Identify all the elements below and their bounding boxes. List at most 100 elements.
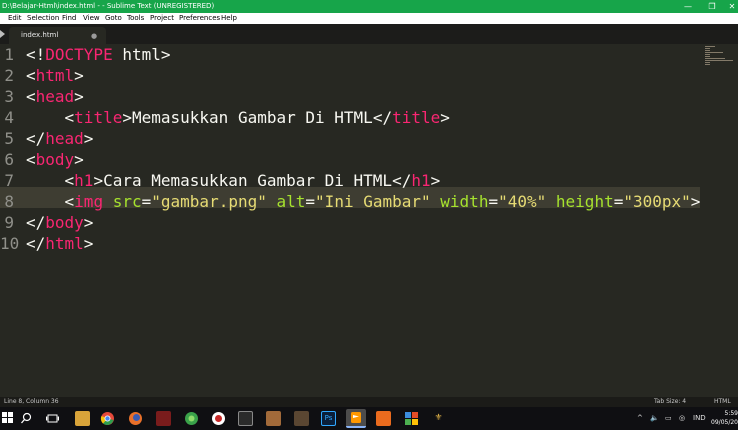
tab-size-setting[interactable]: Tab Size: 4 [654, 397, 686, 407]
code-token: </ [26, 234, 46, 253]
code-token: alt [276, 192, 306, 211]
line-number: 5 [4, 129, 14, 148]
code-token: < [64, 192, 75, 211]
tab-close-dot-icon[interactable]: ● [90, 32, 98, 40]
code-token: <! [26, 45, 46, 64]
code-token: < [26, 87, 36, 106]
close-button[interactable]: ✕ [722, 0, 738, 13]
minimap-line [705, 58, 725, 59]
minimize-button[interactable]: — [678, 0, 698, 13]
menu-edit[interactable]: Edit [8, 13, 22, 24]
minimap-line [705, 50, 710, 51]
code-token: </ [392, 171, 412, 190]
firefox-icon[interactable] [128, 411, 143, 426]
syntax-selector[interactable]: HTML [714, 397, 731, 407]
battery-icon[interactable]: ▭ [665, 407, 672, 430]
code-line[interactable]: </body> [26, 212, 93, 233]
wifi-icon[interactable]: ◎ [679, 407, 685, 430]
volume-icon[interactable]: 🔈 [650, 407, 659, 430]
code-token: = [305, 192, 316, 211]
maximize-button[interactable]: ❐ [702, 0, 722, 13]
code-token: = [141, 192, 152, 211]
code-line[interactable]: <title>Memasukkan Gambar Di HTML</title> [26, 107, 450, 128]
sublime-text-taskbar-icon[interactable] [346, 409, 366, 428]
code-token: < [64, 108, 75, 127]
code-token: img [74, 192, 104, 211]
menu-help[interactable]: Help [221, 13, 237, 24]
minimap-line [705, 60, 733, 61]
code-token: > [690, 192, 701, 211]
code-editor[interactable]: 1 2 3 4 5 6 7 8 9 10 <!DOCTYPE html> <html> <head> … [0, 44, 738, 397]
code-token: > [160, 45, 171, 64]
menu-selection[interactable]: Selection [27, 13, 59, 24]
menu-preferences[interactable]: Preferences [179, 13, 220, 24]
code-token: > [74, 66, 84, 85]
code-token: = [613, 192, 624, 211]
code-line[interactable]: </head> [26, 128, 93, 149]
code-line[interactable]: <body> [26, 149, 84, 170]
line-number: 2 [4, 66, 14, 85]
language-indicator[interactable]: IND [693, 407, 706, 430]
code-token: "gambar.png" [151, 192, 267, 211]
user-app-icon[interactable]: ⚜ [431, 411, 446, 426]
code-line[interactable]: <img src="gambar.png" alt="Ini Gambar" w… [26, 191, 701, 212]
app-icon-dark[interactable] [238, 411, 253, 426]
app-icon-multicolor[interactable] [404, 411, 419, 426]
app-icon-photo[interactable] [294, 411, 309, 426]
code-token: body [45, 213, 84, 232]
code-token: < [64, 171, 75, 190]
tray-chevron-icon[interactable]: ^ [637, 407, 643, 430]
code-line[interactable]: <h1>Cara Memasukkan Gambar Di HTML</h1> [26, 170, 441, 191]
code-token: html [35, 66, 75, 85]
code-line[interactable]: <head> [26, 86, 84, 107]
clock-date: 09/05/20 [711, 419, 738, 426]
file-explorer-icon[interactable] [75, 411, 90, 426]
search-icon[interactable] [19, 411, 34, 426]
minimap[interactable] [700, 44, 738, 397]
menu-bar: Edit Selection Find View Goto Tools Proj… [0, 13, 738, 24]
app-icon-brown[interactable] [266, 411, 281, 426]
code-line[interactable]: </html> [26, 233, 93, 254]
line-number: 10 [0, 234, 20, 253]
code-token: > [74, 150, 84, 169]
code-token: DOCTYPE [45, 45, 113, 64]
status-bar: Line 8, Column 36 Tab Size: 4 HTML [0, 397, 738, 407]
xampp-icon[interactable] [376, 411, 391, 426]
minimap-line [705, 48, 710, 49]
record-app-icon[interactable] [211, 411, 226, 426]
chrome-icon[interactable] [100, 411, 115, 426]
code-line[interactable]: <!DOCTYPE html> [26, 44, 171, 65]
code-token: > [440, 108, 450, 127]
line-number: 1 [4, 45, 14, 64]
window-title: D:\Belajar-Html\index.html - - Sublime T… [2, 2, 215, 10]
code-token: > [83, 129, 94, 148]
menu-tools[interactable]: Tools [127, 13, 144, 24]
cursor-position: Line 8, Column 36 [4, 398, 59, 405]
code-token: </ [372, 108, 393, 127]
line-number: 9 [4, 213, 14, 232]
menu-goto[interactable]: Goto [105, 13, 122, 24]
code-token: title [74, 108, 123, 127]
windows-start-icon[interactable] [2, 412, 14, 424]
sidebar-toggle-arrow-icon[interactable] [0, 30, 5, 38]
code-token: > [430, 171, 441, 190]
menu-view[interactable]: View [83, 13, 100, 24]
task-view-icon[interactable] [45, 411, 60, 426]
minimap-line [705, 56, 710, 57]
menu-find[interactable]: Find [62, 13, 76, 24]
tab-index-html[interactable]: index.html ● [9, 27, 106, 44]
app-icon-red[interactable] [156, 411, 171, 426]
menu-project[interactable]: Project [150, 13, 174, 24]
code-token: "300px" [623, 192, 691, 211]
app-icon-green[interactable] [184, 411, 199, 426]
system-clock[interactable]: 5:59 09/05/20 [710, 409, 738, 427]
code-token: </ [26, 213, 46, 232]
photoshop-icon[interactable]: Ps [321, 411, 336, 426]
code-line[interactable]: <html> [26, 65, 84, 86]
